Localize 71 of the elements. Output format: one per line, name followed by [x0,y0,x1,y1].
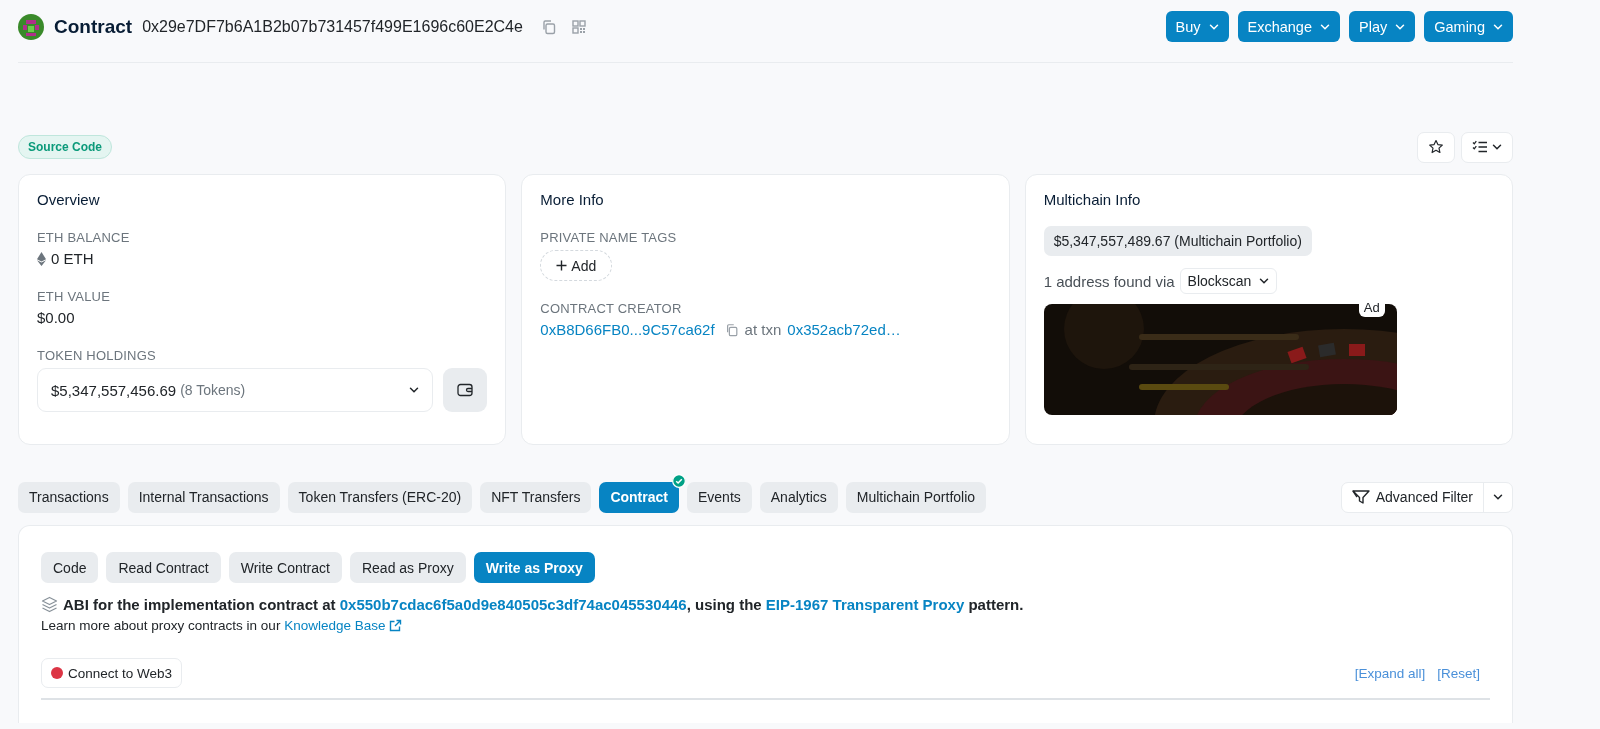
tab[interactable]: Analytics [759,481,838,513]
tab[interactable]: Transactions [18,481,120,513]
tab[interactable]: NFT Transfers [480,481,592,513]
chevron-down-icon [1259,276,1270,286]
nav-menu-button[interactable]: Gaming [1424,11,1513,42]
chevron-down-icon [1320,21,1330,32]
list-options-button[interactable] [1461,131,1513,163]
ethereum-icon [37,251,46,266]
chevron-down-icon [1493,492,1503,502]
card-title: Overview [37,191,101,208]
card-title: More Info [540,191,605,208]
nav-menu-button[interactable]: Buy [1165,11,1229,42]
page-title: Contract [54,15,133,38]
txn-hash-link[interactable]: 0x352acb72ed… [787,321,901,338]
contract-avatar-icon [18,13,44,40]
field-label: PRIVATE NAME TAGS [540,230,678,245]
chevron-down-icon [1395,21,1406,32]
field-value: $0.00 [37,309,75,326]
sub-tab[interactable]: Read as Proxy [349,552,466,583]
blockscan-dropdown[interactable]: Blockscan [1179,268,1278,294]
add-tag-button[interactable]: Add [540,250,613,281]
chevron-down-icon [1493,21,1503,32]
field-label: CONTRACT CREATOR [540,301,683,316]
checklist-icon [1472,140,1488,154]
star-icon [1428,139,1444,155]
copy-button[interactable] [724,322,739,337]
chevron-down-icon [409,385,420,395]
tab[interactable]: Contract [599,481,679,513]
qr-code-button[interactable] [570,18,587,35]
chevron-down-icon [1492,142,1502,152]
card-title: Multichain Info [1043,191,1142,208]
contract-address: 0x29e7DF7b6A1B2b07b731457f499E1696c60E2C4e [142,17,523,36]
field-label: TOKEN HOLDINGS [37,348,157,363]
connect-web3-button[interactable]: Connect to Web3 [41,658,183,688]
copy-icon [724,322,739,337]
tab[interactable]: Multichain Portfolio [845,481,987,513]
favorite-button[interactable] [1417,131,1455,163]
wallet-button[interactable] [443,368,488,412]
copy-icon [540,18,557,35]
sub-tab[interactable]: Read Contract [106,552,221,583]
layers-icon [41,596,58,613]
field-value: 0 ETH [51,250,94,267]
knowledge-base-link[interactable]: Knowledge Base [284,618,403,633]
learn-more-text: Learn more about proxy contracts in our Knowledge Base [41,618,403,633]
portfolio-value: $5,347,557,489.67 (Multichain Portfolio) [1043,226,1312,256]
tab[interactable]: Token Transfers (ERC-20) [287,481,473,513]
plus-icon [556,260,568,271]
source-code-badge: Source Code [18,135,112,159]
external-link-icon [389,619,403,632]
wallet-icon [457,383,474,397]
chevron-down-icon [1208,21,1219,32]
tab[interactable]: Internal Transactions [127,481,280,513]
creator-address-link[interactable]: 0xB8D66FB0...9C57ca62f [540,321,715,338]
address-found-text: 1 address found via [1043,272,1175,290]
field-label: ETH BALANCE [37,230,131,245]
txn-label: at txn [744,321,782,338]
proxy-standard-link[interactable]: EIP-1967 Transparent Proxy [765,596,965,613]
sub-tab[interactable]: Write Contract [228,552,342,583]
nav-menu-button[interactable]: Play [1349,11,1416,42]
field-label: ETH VALUE [37,289,112,304]
tab[interactable]: Events [686,481,752,513]
nav-menu-button[interactable]: Exchange [1237,11,1340,42]
implementation-address-link[interactable]: 0x550b7cdac6f5a0d9e840505c3df74ac045530446 [339,596,687,613]
copy-button[interactable] [540,18,557,35]
sub-tab[interactable]: Code [41,552,99,583]
qr-code-icon [570,18,587,35]
sub-tab[interactable]: Write as Proxy [473,552,595,583]
filter-icon [1351,489,1370,505]
token-holdings-dropdown[interactable]: $5,347,557,456.69 (8 Tokens) [37,368,434,412]
expand-all-link[interactable]: [Expand all] [1354,665,1426,681]
abi-notice-text: ABI for the implementation contract at 0x550b7cdac6f5a0d9e840505c3df74ac045530446, using the EIP-1967 Transparent Proxy pattern. [63,596,1024,613]
